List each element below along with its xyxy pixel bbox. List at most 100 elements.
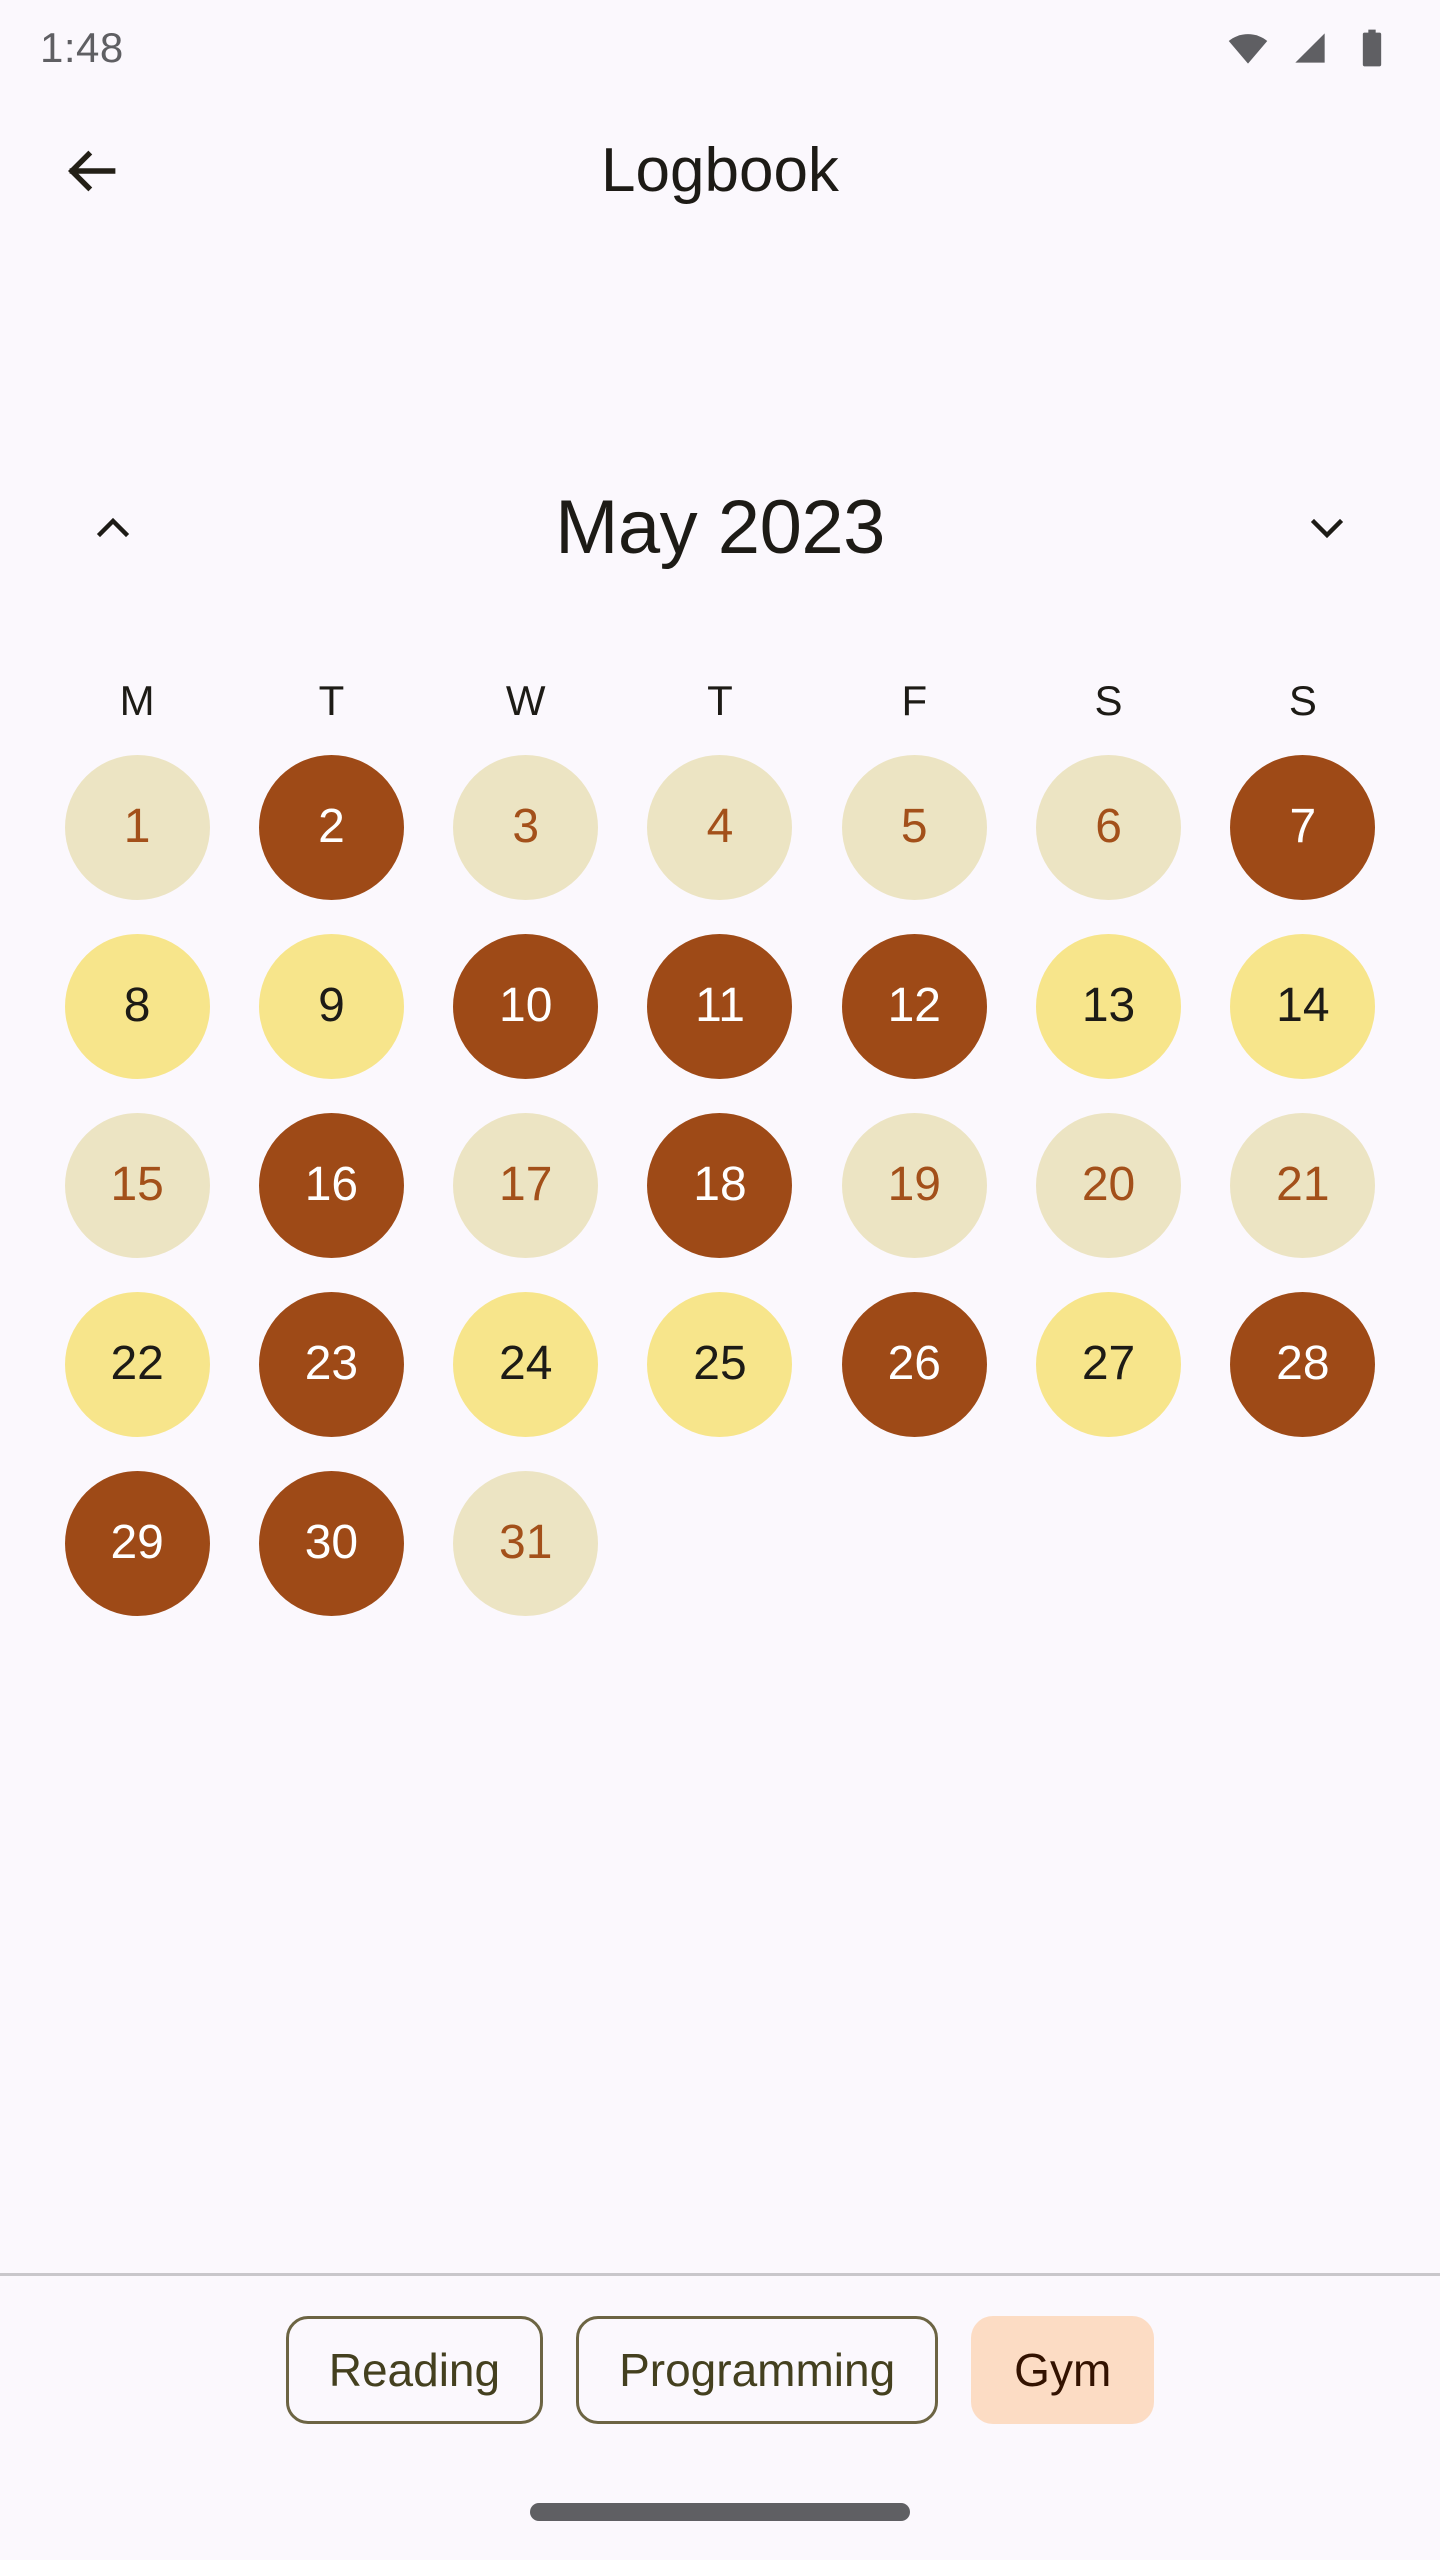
day-circle-placeholder [842,1471,987,1616]
day-circle[interactable]: 27 [1036,1291,1182,1437]
app-bar: Logbook [0,96,1440,246]
day-circle[interactable]: 7 [1230,754,1376,900]
habit-chip-reading[interactable]: Reading [285,2316,544,2424]
day-circle[interactable]: 3 [453,754,599,900]
calendar-day-cell[interactable]: 30 [234,1464,428,1622]
calendar-day-cell[interactable]: 17 [429,1106,623,1264]
calendar-day-cell[interactable]: 24 [429,1285,623,1443]
calendar-day-cell[interactable]: 1 [40,748,234,906]
chevron-down-icon [1303,504,1351,552]
weekday-label: S [1288,677,1317,724]
day-circle[interactable]: 4 [647,754,793,900]
habit-chip-gym[interactable]: Gym [971,2316,1155,2424]
status-bar: 1:48 [0,0,1440,96]
calendar-day-cell[interactable]: 19 [817,1106,1011,1264]
calendar-day-cell[interactable]: 27 [1011,1285,1205,1443]
calendar-day-cell[interactable]: 5 [817,748,1011,906]
calendar-day-cell[interactable]: 21 [1206,1106,1400,1264]
status-icons [1226,26,1394,70]
calendar-day-cell[interactable]: 13 [1011,927,1205,1085]
day-circle[interactable]: 10 [453,933,599,1079]
calendar-day-cell[interactable]: 8 [40,927,234,1085]
day-circle[interactable]: 2 [258,754,404,900]
day-circle[interactable]: 9 [258,933,404,1079]
day-circle[interactable]: 17 [453,1112,599,1258]
calendar-day-cell[interactable]: 14 [1206,927,1400,1085]
calendar-day-cell[interactable]: 7 [1206,748,1400,906]
day-circle[interactable]: 5 [841,754,987,900]
calendar-day-cell[interactable]: 18 [623,1106,817,1264]
calendar-day-cell[interactable]: 20 [1011,1106,1205,1264]
day-circle[interactable]: 6 [1036,754,1182,900]
day-circle[interactable]: 16 [258,1112,404,1258]
calendar-day-cell[interactable]: 25 [623,1285,817,1443]
weekday-label: W [505,677,546,724]
day-circle[interactable]: 18 [647,1112,793,1258]
page-title: Logbook [601,136,839,205]
weekday-label: M [119,677,155,724]
day-circle[interactable]: 11 [647,933,793,1079]
day-circle[interactable]: 21 [1230,1112,1376,1258]
day-circle-placeholder [647,1471,792,1616]
status-time: 1:48 [40,24,124,71]
calendar-day-cell[interactable]: 29 [40,1464,234,1622]
system-navigation-bar [0,2464,1440,2560]
next-month-button[interactable] [1284,485,1370,571]
calendar-day-cell[interactable]: 2 [234,748,428,906]
calendar-day-cell[interactable]: 3 [429,748,623,906]
month-navigation: May 2023 [0,468,1440,588]
habit-filter-chip-bar: Reading Programming Gym [0,2276,1440,2464]
back-button[interactable] [38,117,146,225]
day-circle[interactable]: 8 [64,933,210,1079]
calendar-day-cell[interactable]: 10 [429,927,623,1085]
calendar-day-cell-empty [1206,1464,1400,1622]
calendar-day-cell[interactable]: 9 [234,927,428,1085]
day-circle[interactable]: 13 [1036,933,1182,1079]
calendar: MTWTFSS 1 2 3 4 5 6 7 8 9 10 11 12 13 14 15 16 17 18 19 20 2… [0,676,1440,1622]
calendar-day-cell[interactable]: 6 [1011,748,1205,906]
day-circle[interactable]: 26 [841,1291,987,1437]
calendar-day-cell[interactable]: 15 [40,1106,234,1264]
wifi-icon [1226,26,1270,70]
calendar-day-cell[interactable]: 31 [429,1464,623,1622]
weekday-label: T [318,677,345,724]
day-circle[interactable]: 20 [1036,1112,1182,1258]
home-gesture-pill[interactable] [530,2503,910,2521]
day-circle[interactable]: 1 [64,754,210,900]
day-circle[interactable]: 28 [1230,1291,1376,1437]
day-circle-placeholder [1036,1471,1181,1616]
day-circle[interactable]: 22 [64,1291,210,1437]
calendar-day-cell[interactable]: 23 [234,1285,428,1443]
day-circle[interactable]: 29 [64,1470,210,1616]
app-screen: 1:48 Logbook May 2023 M T W T F S S 1 2 … [0,0,1440,2560]
day-circle[interactable]: 31 [453,1470,599,1616]
weekday-header-row: MTWTFSS [40,676,1400,726]
calendar-day-cell-empty [623,1464,817,1622]
day-circle[interactable]: 24 [453,1291,599,1437]
day-circle[interactable]: 25 [647,1291,793,1437]
day-circle[interactable]: 23 [258,1291,404,1437]
month-year-label: May 2023 [555,485,885,570]
habit-chip-programming[interactable]: Programming [576,2316,939,2424]
calendar-day-cell[interactable]: 4 [623,748,817,906]
day-circle[interactable]: 30 [258,1470,404,1616]
weekday-label: F [901,677,928,724]
calendar-day-cell[interactable]: 12 [817,927,1011,1085]
cellular-signal-icon [1288,26,1332,70]
day-circle-placeholder [1230,1471,1375,1616]
chevron-up-icon [89,504,137,552]
day-circle[interactable]: 12 [841,933,987,1079]
weekday-label: T [707,677,733,724]
calendar-day-grid: 1 2 3 4 5 6 7 8 9 10 11 12 13 14 15 16 17 18 19 20 21 22 23 24 2… [40,748,1400,1622]
calendar-day-cell-empty [817,1464,1011,1622]
calendar-day-cell[interactable]: 26 [817,1285,1011,1443]
calendar-day-cell[interactable]: 16 [234,1106,428,1264]
calendar-day-cell[interactable]: 22 [40,1285,234,1443]
day-circle[interactable]: 14 [1230,933,1376,1079]
previous-month-button[interactable] [70,485,156,571]
calendar-day-cell[interactable]: 28 [1206,1285,1400,1443]
calendar-day-cell[interactable]: 11 [623,927,817,1085]
day-circle[interactable]: 15 [64,1112,210,1258]
day-circle[interactable]: 19 [841,1112,987,1258]
